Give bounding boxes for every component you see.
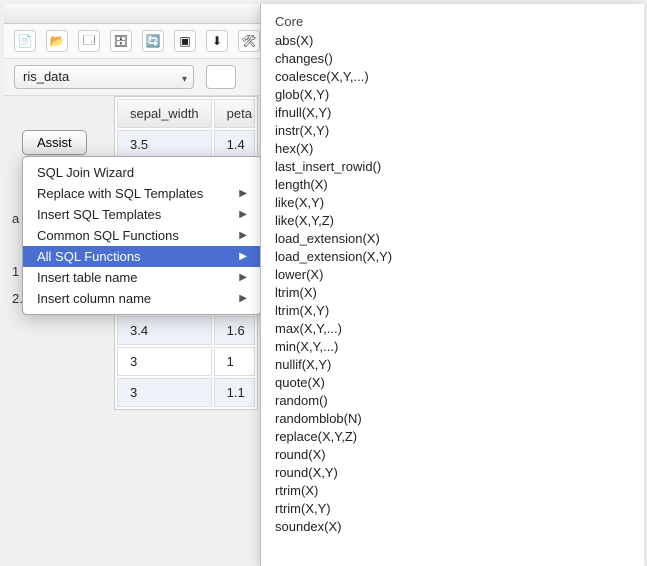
table-cell[interactable]: 3 <box>117 347 212 376</box>
table-selector[interactable]: ris_data <box>14 65 194 89</box>
menu-item[interactable]: Insert column name ▶ <box>23 288 261 309</box>
submenu-arrow-icon: ▶ <box>239 272 247 283</box>
sql-function-item[interactable]: glob(X,Y) <box>275 85 644 103</box>
sql-function-item[interactable]: changes() <box>275 49 644 67</box>
sql-function-item[interactable]: last_insert_rowid() <box>275 157 644 175</box>
menu-item[interactable]: SQL Join Wizard <box>23 162 261 183</box>
toolbar-doc-icon[interactable]: 📄 <box>14 30 36 52</box>
table-cell[interactable]: 1.1 <box>214 378 255 407</box>
menu-item-label: All SQL Functions <box>37 249 141 264</box>
toolbar-db-icon[interactable]: 🗄 <box>110 30 132 52</box>
sql-function-item[interactable]: length(X) <box>275 175 644 193</box>
sql-function-item[interactable]: abs(X) <box>275 31 644 49</box>
menu-item[interactable]: Common SQL Functions ▶ <box>23 225 261 246</box>
sql-function-item[interactable]: randomblob(N) <box>275 409 644 427</box>
menu-item-label: SQL Join Wizard <box>37 165 134 180</box>
table-row[interactable]: 31 <box>117 347 255 376</box>
menu-item-label: Insert SQL Templates <box>37 207 161 222</box>
table-cell[interactable]: 1.6 <box>214 316 255 345</box>
submenu-arrow-icon: ▶ <box>239 188 247 199</box>
sql-function-item[interactable]: like(X,Y,Z) <box>275 211 644 229</box>
toolbar-open-icon[interactable]: 📂 <box>46 30 68 52</box>
sql-function-item[interactable]: ifnull(X,Y) <box>275 103 644 121</box>
submenu-arrow-icon: ▶ <box>239 230 247 241</box>
sql-function-item[interactable]: min(X,Y,...) <box>275 337 644 355</box>
table-row[interactable]: 3.51.4 <box>117 130 255 159</box>
sql-function-item[interactable]: rtrim(X,Y) <box>275 499 644 517</box>
menu-item[interactable]: Replace with SQL Templates ▶ <box>23 183 261 204</box>
sql-function-item[interactable]: like(X,Y) <box>275 193 644 211</box>
sql-function-item[interactable]: lower(X) <box>275 265 644 283</box>
table-cell[interactable]: 1.4 <box>214 130 255 159</box>
submenu-arrow-icon: ▶ <box>239 251 247 262</box>
sql-function-item[interactable]: ltrim(X) <box>275 283 644 301</box>
table-cell[interactable]: 3.4 <box>117 316 212 345</box>
context-menu[interactable]: SQL Join Wizard Replace with SQL Template… <box>22 156 262 315</box>
sql-function-item[interactable]: round(X,Y) <box>275 463 644 481</box>
sql-function-item[interactable]: instr(X,Y) <box>275 121 644 139</box>
col-header-peta[interactable]: peta <box>214 99 255 128</box>
menu-item[interactable]: Insert table name ▶ <box>23 267 261 288</box>
table-cell[interactable]: 3 <box>117 378 212 407</box>
functions-category-header: Core <box>275 12 644 31</box>
menu-item-label: Insert column name <box>37 291 151 306</box>
menu-item[interactable]: All SQL Functions ▶ <box>23 246 261 267</box>
sql-function-item[interactable]: max(X,Y,...) <box>275 319 644 337</box>
sql-function-item[interactable]: nullif(X,Y) <box>275 355 644 373</box>
sql-function-item[interactable]: ltrim(X,Y) <box>275 301 644 319</box>
sql-function-item[interactable]: quote(X) <box>275 373 644 391</box>
toolbar-tools-icon[interactable]: 🛠 <box>238 30 260 52</box>
row-marker-1: 1 <box>12 264 19 279</box>
menu-item-label: Common SQL Functions <box>37 228 179 243</box>
toolbar-download-icon[interactable]: ⬇ <box>206 30 228 52</box>
sql-function-item[interactable]: coalesce(X,Y,...) <box>275 67 644 85</box>
menu-item[interactable]: Insert SQL Templates ▶ <box>23 204 261 225</box>
letter-a-label: a <box>12 211 19 226</box>
sql-function-item[interactable]: load_extension(X,Y) <box>275 247 644 265</box>
col-header-sepal-width[interactable]: sepal_width <box>117 99 212 128</box>
toolbar-refresh-icon[interactable]: 🔄 <box>142 30 164 52</box>
table-cell[interactable]: 3.5 <box>117 130 212 159</box>
assist-button[interactable]: Assist <box>22 130 87 155</box>
submenu-arrow-icon: ▶ <box>239 293 247 304</box>
submenu-arrow-icon: ▶ <box>239 209 247 220</box>
toolbar-window-icon[interactable]: 🗔 <box>78 30 100 52</box>
toolbar-terminal-icon[interactable]: ▣ <box>174 30 196 52</box>
sql-functions-flyout[interactable]: Core abs(X)changes()coalesce(X,Y,...)glo… <box>260 4 644 566</box>
sql-function-item[interactable]: rtrim(X) <box>275 481 644 499</box>
menu-item-label: Insert table name <box>37 270 137 285</box>
table-row[interactable]: 31.1 <box>117 378 255 407</box>
menu-item-label: Replace with SQL Templates <box>37 186 203 201</box>
table-cell[interactable]: 1 <box>214 347 255 376</box>
filter-input[interactable] <box>206 65 236 89</box>
sql-function-item[interactable]: round(X) <box>275 445 644 463</box>
sql-function-item[interactable]: replace(X,Y,Z) <box>275 427 644 445</box>
sql-function-item[interactable]: random() <box>275 391 644 409</box>
sql-function-item[interactable]: load_extension(X) <box>275 229 644 247</box>
sql-function-item[interactable]: hex(X) <box>275 139 644 157</box>
table-row[interactable]: 3.41.6 <box>117 316 255 345</box>
sql-function-item[interactable]: soundex(X) <box>275 517 644 535</box>
